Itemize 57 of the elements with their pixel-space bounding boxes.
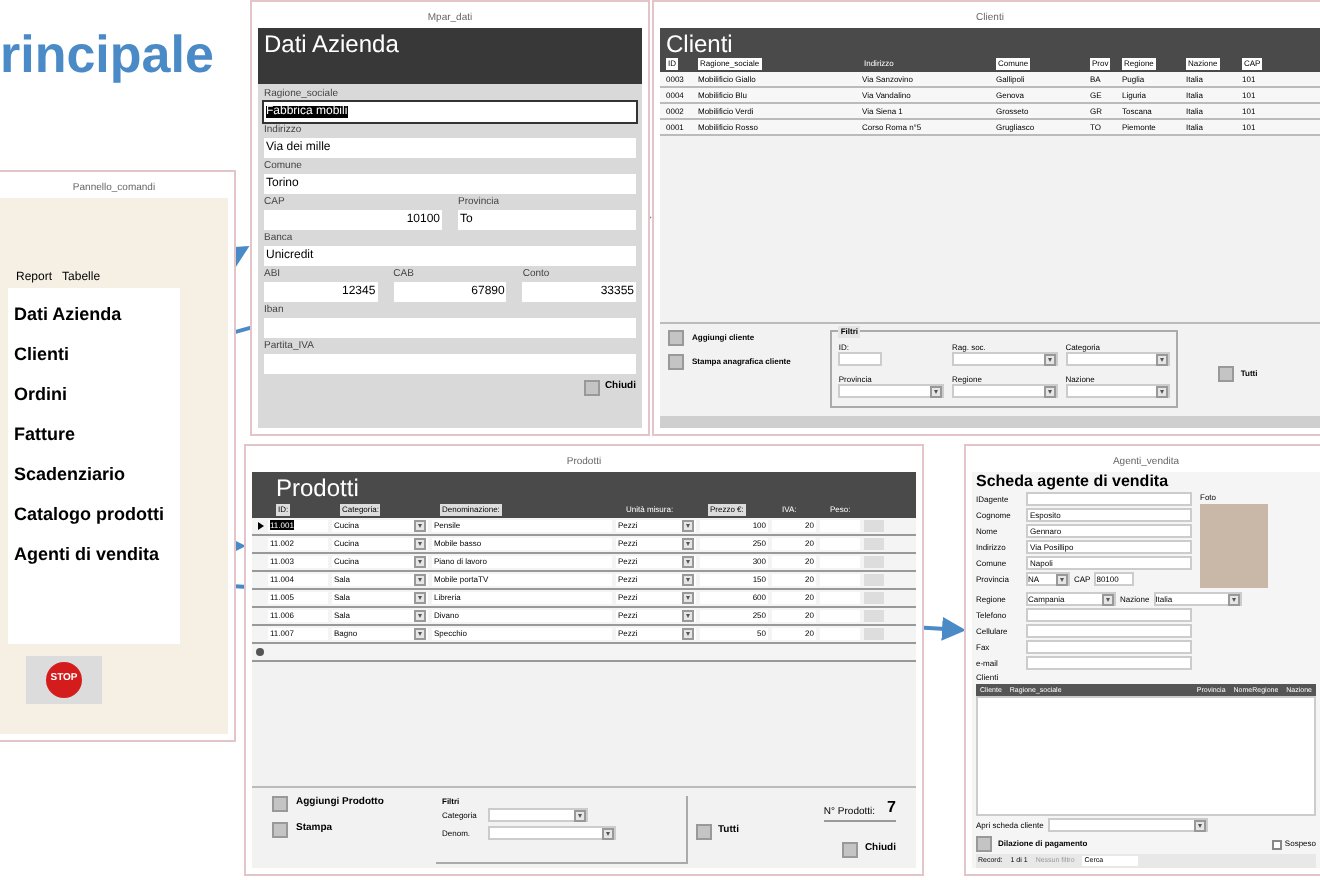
dropdown-arrow-icon[interactable] (414, 556, 426, 568)
menu-item[interactable]: Scadenziario (14, 464, 180, 486)
dropdown-arrow-icon[interactable] (414, 538, 426, 550)
combo-field[interactable] (838, 384, 945, 398)
form-heading: Dati Azienda (264, 28, 401, 60)
dropdown-arrow-icon[interactable] (1193, 820, 1206, 832)
dropdown-arrow-icon[interactable] (682, 556, 694, 568)
checkbox[interactable] (1272, 839, 1283, 849)
menu-item[interactable]: Catalogo prodotti (14, 504, 180, 526)
input-field[interactable] (1026, 624, 1192, 638)
combo-field[interactable] (1065, 352, 1171, 366)
dropdown-arrow-icon[interactable] (1227, 594, 1240, 606)
menu-item[interactable]: Agenti di vendita (14, 544, 180, 566)
combo-field[interactable] (1047, 818, 1208, 832)
page-title: rincipale (0, 22, 214, 88)
form-heading: Scheda agente di vendita (976, 472, 1171, 492)
dropdown-arrow-icon[interactable] (930, 386, 943, 398)
input-field[interactable] (820, 556, 860, 568)
dropdown-arrow-icon[interactable] (574, 810, 586, 822)
input-field[interactable] (820, 538, 860, 550)
dropdown-arrow-icon[interactable] (414, 520, 426, 532)
combo-field[interactable] (952, 352, 1058, 366)
combo-field[interactable] (488, 826, 616, 840)
input-field[interactable] (1026, 640, 1192, 654)
dropdown-arrow-icon[interactable] (1043, 354, 1056, 366)
input-field[interactable] (1026, 492, 1192, 506)
button-icon (584, 380, 601, 396)
combo-field[interactable] (952, 384, 1058, 398)
dropdown-arrow-icon[interactable] (682, 520, 694, 532)
input-field[interactable] (838, 352, 883, 366)
button-icon (842, 842, 859, 858)
dropdown-arrow-icon[interactable] (682, 538, 694, 550)
combo-field[interactable] (1065, 384, 1171, 398)
menu-item[interactable]: Clienti (14, 344, 180, 366)
dropdown-arrow-icon[interactable] (1043, 386, 1056, 398)
count-value: 7 (887, 796, 896, 820)
form-heading: Prodotti (276, 474, 361, 502)
input-field[interactable] (1026, 656, 1192, 670)
menu-item[interactable]: Dati Azienda (14, 304, 180, 326)
menu-item[interactable]: Fatture (14, 424, 180, 446)
dropdown-arrow-icon[interactable] (1156, 354, 1169, 366)
photo-placeholder (1200, 504, 1268, 588)
dropdown-arrow-icon[interactable] (1156, 386, 1169, 398)
new-record-icon (252, 646, 268, 658)
input-field[interactable] (820, 520, 860, 532)
dropdown-arrow-icon[interactable] (1102, 594, 1114, 606)
button-icon (696, 824, 712, 840)
dropdown-arrow-icon[interactable] (602, 828, 614, 840)
dropdown-arrow-icon[interactable] (1056, 574, 1068, 586)
menu-item[interactable]: Ordini (14, 384, 180, 406)
button-icon (1218, 365, 1235, 381)
input-field[interactable] (1026, 608, 1192, 622)
input-field[interactable] (264, 354, 636, 374)
combo-field[interactable] (488, 808, 588, 822)
form-heading: Clienti (666, 30, 735, 58)
input-field[interactable] (264, 318, 636, 338)
button-icon (976, 836, 992, 852)
